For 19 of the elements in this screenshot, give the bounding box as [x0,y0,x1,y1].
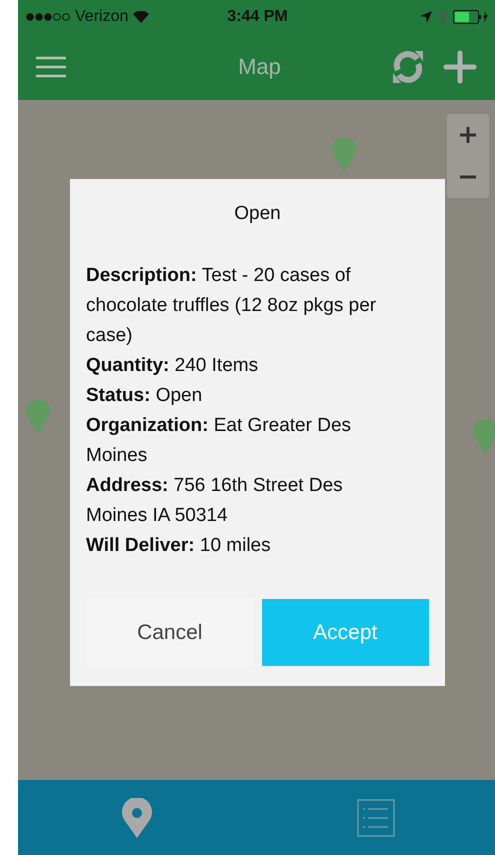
map-pin-icon [122,798,152,838]
detail-text: Status: Open [86,384,204,408]
bluetooth-icon [438,9,447,24]
battery-icon [453,10,489,24]
detail-text: Description: Test - 20 cases of chocolate truffles (12 8oz pkgs per case) [86,264,378,348]
wifi-icon [133,10,150,22]
nav-title: Map [237,54,282,80]
detail-text: Organization: Eat Greater Des Moines [86,414,352,468]
carrier-name: Verizon [75,8,128,26]
location-arrow-icon [420,10,432,22]
detail-text: Will Deliver: 10 miles [86,534,272,558]
detail-text: Quantity: 240 Items [86,354,260,378]
detail-text: Address: 756 16th Street Des Moines IA 50314 [86,474,344,528]
status-time: 3:44 PM [227,8,288,26]
plus-icon [460,127,476,143]
list-icon [356,798,395,836]
signal-dots-icon [26,12,70,20]
dialog-title: Open [233,203,282,225]
minus-icon [460,175,476,179]
